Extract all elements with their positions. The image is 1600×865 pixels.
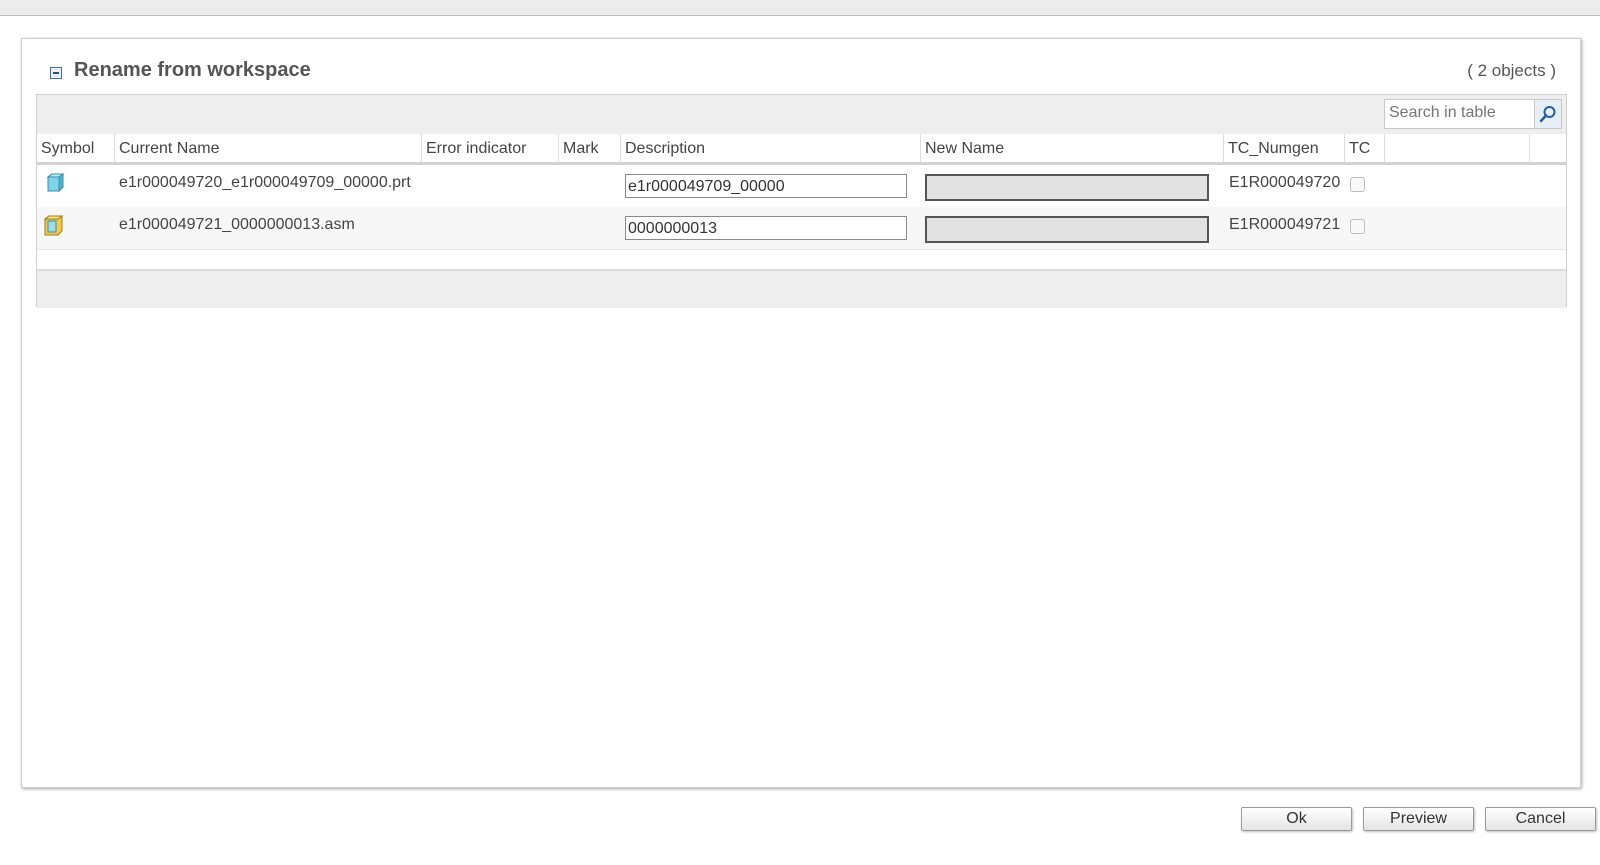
tc-checkbox[interactable] <box>1350 177 1365 192</box>
new-name-field[interactable] <box>925 174 1209 201</box>
table-row[interactable]: e1r000049720_e1r000049709_00000.prt E1R0… <box>37 165 1566 208</box>
column-header-current-name[interactable]: Current Name <box>115 134 422 162</box>
search-input[interactable] <box>1385 100 1533 126</box>
assembly-icon <box>43 215 65 242</box>
column-header-tc-numgen[interactable]: TC_Numgen <box>1224 134 1345 162</box>
rename-dialog: Rename from workspace ( 2 objects ) Symb… <box>21 38 1581 788</box>
table-search <box>1384 99 1562 129</box>
table-header: Symbol Current Name Error indicator Mark… <box>37 134 1566 165</box>
column-header-error-indicator[interactable]: Error indicator <box>422 134 559 162</box>
part-icon <box>43 173 65 198</box>
ok-button[interactable]: Ok <box>1241 807 1352 831</box>
tc-checkbox[interactable] <box>1350 219 1365 234</box>
cancel-button[interactable]: Cancel <box>1485 807 1596 831</box>
search-button[interactable] <box>1534 100 1561 128</box>
dialog-title: Rename from workspace <box>74 59 311 81</box>
column-header-tc[interactable]: TC <box>1345 134 1385 162</box>
preview-button[interactable]: Preview <box>1363 807 1474 831</box>
search-icon <box>1539 106 1556 123</box>
column-header-new-name[interactable]: New Name <box>921 134 1224 162</box>
column-header-symbol[interactable]: Symbol <box>37 134 115 162</box>
dialog-header: Rename from workspace ( 2 objects ) <box>22 39 1580 95</box>
new-name-field[interactable] <box>925 216 1209 243</box>
table-toolbar <box>37 95 1566 135</box>
column-header-description[interactable]: Description <box>621 134 921 162</box>
collapse-icon[interactable] <box>50 67 62 79</box>
tc-numgen-value: E1R000049721 <box>1229 216 1341 233</box>
description-field[interactable] <box>625 174 907 198</box>
rename-table: Symbol Current Name Error indicator Mark… <box>36 94 1567 308</box>
description-field[interactable] <box>625 216 907 240</box>
column-header-mark[interactable]: Mark <box>559 134 621 162</box>
table-row[interactable]: e1r000049721_0000000013.asm E1R000049721 <box>37 207 1566 250</box>
table-footer <box>37 269 1566 308</box>
current-name: e1r000049721_0000000013.asm <box>119 216 355 233</box>
top-bar <box>0 0 1600 16</box>
column-header-filler <box>1385 134 1530 162</box>
object-count: ( 2 objects ) <box>1467 61 1556 80</box>
